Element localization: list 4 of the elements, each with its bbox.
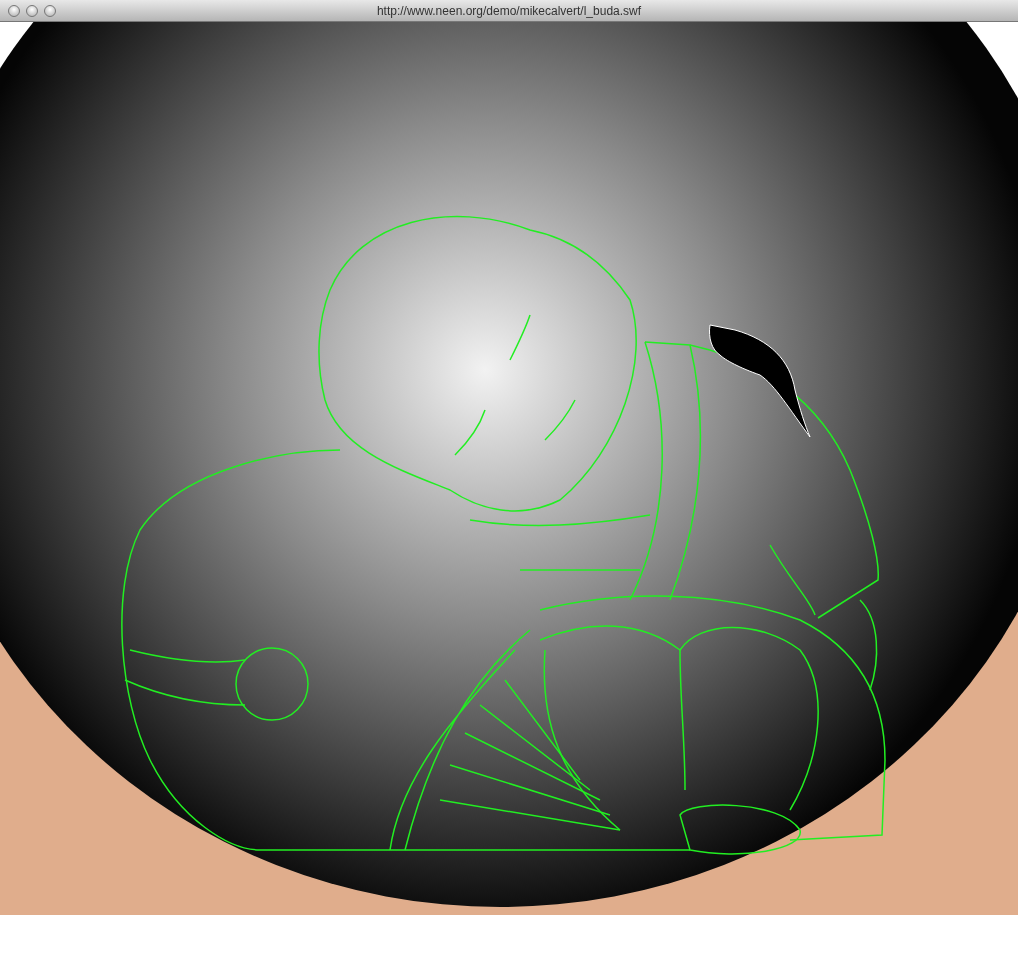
minimize-button[interactable]: [26, 4, 38, 17]
window-title: http://www.neen.org/demo/mikecalvert/l_buda.swf: [376, 3, 642, 18]
zoom-button[interactable]: [44, 4, 56, 17]
close-button[interactable]: [8, 4, 20, 17]
